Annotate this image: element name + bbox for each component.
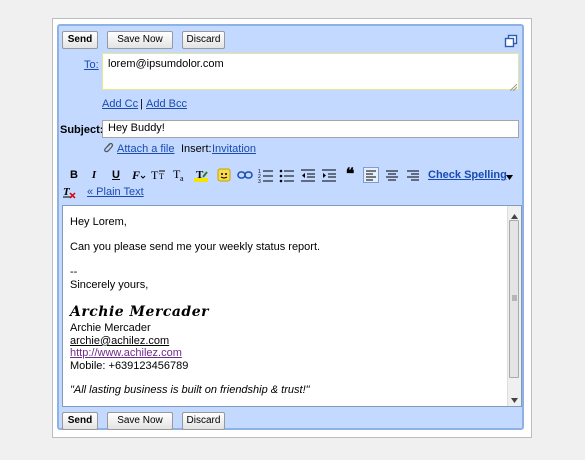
body-line-1: Can you please send me your weekly statu…: [70, 241, 321, 253]
editor-scrollbar[interactable]: [507, 206, 521, 406]
font-size-icon[interactable]: TT: [151, 167, 167, 183]
to-value: lorem@ipsumdolor.com: [108, 58, 224, 70]
save-now-button[interactable]: Save Now: [107, 31, 173, 49]
paperclip-icon: [102, 142, 114, 154]
scrollbar-thumb[interactable]: [509, 220, 519, 378]
to-label[interactable]: To:: [84, 59, 99, 71]
check-spelling-link[interactable]: Check Spelling: [428, 169, 507, 181]
save-now-button-bottom[interactable]: Save Now: [107, 412, 173, 430]
attach-file-link[interactable]: Attach a file: [117, 143, 174, 155]
popout-icon[interactable]: [504, 34, 518, 48]
subject-field[interactable]: Hey Buddy!: [102, 120, 519, 138]
body-quote: "All lasting business is built on friend…: [70, 384, 310, 396]
insert-label: Insert:: [181, 143, 212, 155]
signature-script: Archie Mercader: [70, 304, 209, 320]
add-cc-link[interactable]: Add Cc: [102, 98, 138, 110]
discard-button-bottom[interactable]: Discard: [182, 412, 225, 430]
add-bcc-link[interactable]: Add Bcc: [146, 98, 187, 110]
text-color-icon[interactable]: Ta: [172, 167, 188, 183]
align-right-icon[interactable]: [405, 167, 421, 183]
italic-button[interactable]: I: [86, 167, 102, 183]
send-button-bottom[interactable]: Send: [62, 412, 98, 430]
font-icon[interactable]: F: [130, 167, 146, 183]
discard-button[interactable]: Discard: [182, 31, 225, 49]
subject-label: Subject:: [60, 124, 104, 136]
quote-icon[interactable]: ❝: [342, 167, 358, 183]
body-mobile: Mobile: +639123456789: [70, 360, 189, 372]
svg-text:T: T: [151, 168, 159, 182]
highlight-color-icon[interactable]: T: [194, 167, 210, 183]
body-name: Archie Mercader: [70, 322, 151, 334]
underline-button[interactable]: U: [108, 167, 124, 183]
body-website-link[interactable]: http://www.achilez.com: [70, 347, 182, 359]
svg-text:3: 3: [258, 179, 261, 183]
plain-text-link[interactable]: « Plain Text: [87, 186, 144, 198]
scroll-down-icon[interactable]: [511, 394, 518, 406]
svg-text:F: F: [131, 168, 140, 182]
link-icon[interactable]: [237, 167, 253, 183]
cc-bcc-separator: |: [140, 98, 143, 110]
outdent-icon[interactable]: [300, 167, 316, 183]
body-email-link[interactable]: archie@achilez.com: [70, 335, 169, 347]
bold-button[interactable]: B: [66, 167, 82, 183]
svg-text:T: T: [159, 172, 164, 181]
svg-text:T: T: [63, 186, 71, 198]
body-closing: Sincerely yours,: [70, 279, 149, 291]
to-field[interactable]: lorem@ipsumdolor.com: [102, 53, 519, 90]
numbered-list-icon[interactable]: 123: [258, 167, 274, 185]
svg-text:T: T: [196, 169, 204, 181]
indent-icon[interactable]: [321, 167, 337, 183]
chevron-down-icon[interactable]: [506, 172, 513, 180]
align-left-icon[interactable]: [363, 167, 379, 183]
resize-grip-icon[interactable]: [509, 82, 518, 92]
emoticon-icon[interactable]: [216, 167, 232, 183]
insert-invitation-link[interactable]: Invitation: [212, 143, 256, 155]
send-button[interactable]: Send: [62, 31, 98, 49]
message-body-editor[interactable]: Hey Lorem, Can you please send me your w…: [62, 205, 522, 407]
body-dashes: --: [70, 266, 78, 278]
remove-formatting-icon[interactable]: T: [62, 185, 76, 199]
align-center-icon[interactable]: [384, 167, 400, 183]
subject-value: Hey Buddy!: [108, 122, 165, 134]
body-greeting: Hey Lorem,: [70, 216, 127, 228]
svg-text:a: a: [180, 174, 184, 183]
bulleted-list-icon[interactable]: [279, 167, 295, 183]
